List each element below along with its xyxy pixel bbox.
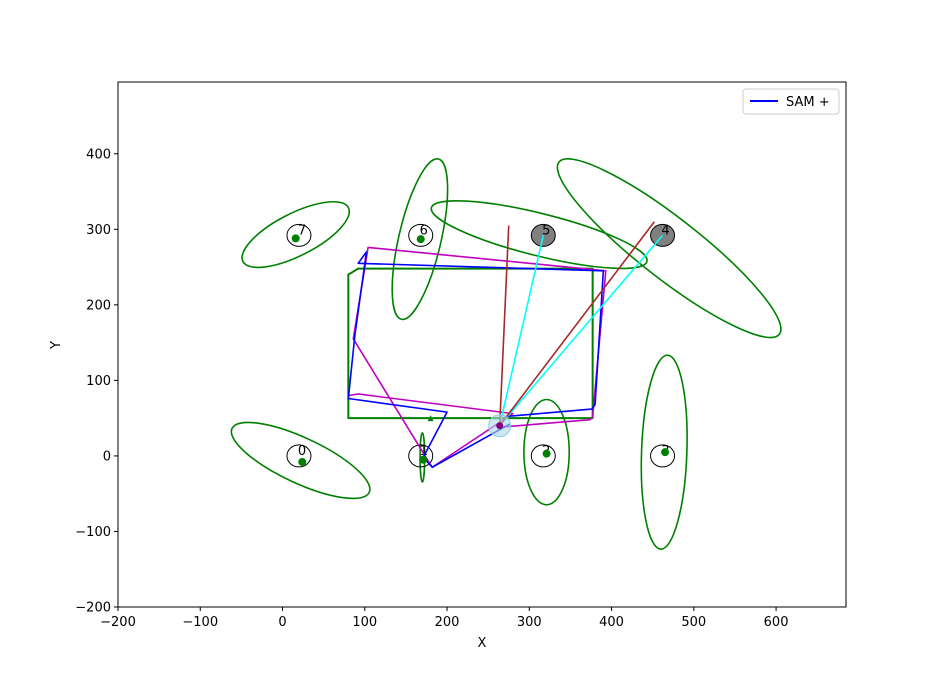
y-tick-label: 400	[86, 147, 111, 162]
x-tick-label: 600	[764, 615, 789, 630]
x-tick-label: 100	[352, 615, 377, 630]
landmark-0-label: 0	[298, 444, 306, 459]
x-tick-label: −100	[182, 615, 218, 630]
landmark-2-estimate	[542, 449, 551, 458]
x-tick-label: 0	[278, 615, 286, 630]
y-axis-label: Y	[49, 341, 64, 350]
y-tick-label: 100	[86, 374, 111, 389]
x-tick-label: −200	[100, 615, 136, 630]
y-tick-label: −200	[75, 601, 111, 616]
x-tick-label: 200	[435, 615, 460, 630]
landmark-3-estimate	[661, 448, 670, 457]
landmark-1-estimate	[419, 455, 428, 464]
landmark-0-estimate	[298, 457, 307, 466]
y-tick-label: 300	[86, 223, 111, 238]
x-tick-label: 400	[599, 615, 624, 630]
legend: SAM +	[742, 88, 840, 115]
landmark-7-label: 7	[298, 223, 306, 238]
y-tick-label: −100	[75, 525, 111, 540]
x-tick-label: 500	[681, 615, 706, 630]
x-axis-label: X	[478, 636, 487, 651]
chart: 01234567 −200−1000100200300400500600−200…	[0, 0, 940, 682]
legend-entry-label: SAM +	[786, 95, 830, 110]
landmark-6-estimate	[416, 235, 425, 244]
y-tick-label: 200	[86, 298, 111, 313]
landmark-7-estimate	[291, 234, 300, 243]
robot-position-marker	[496, 422, 504, 430]
y-tick-label: 0	[103, 449, 111, 464]
x-tick-label: 300	[517, 615, 542, 630]
